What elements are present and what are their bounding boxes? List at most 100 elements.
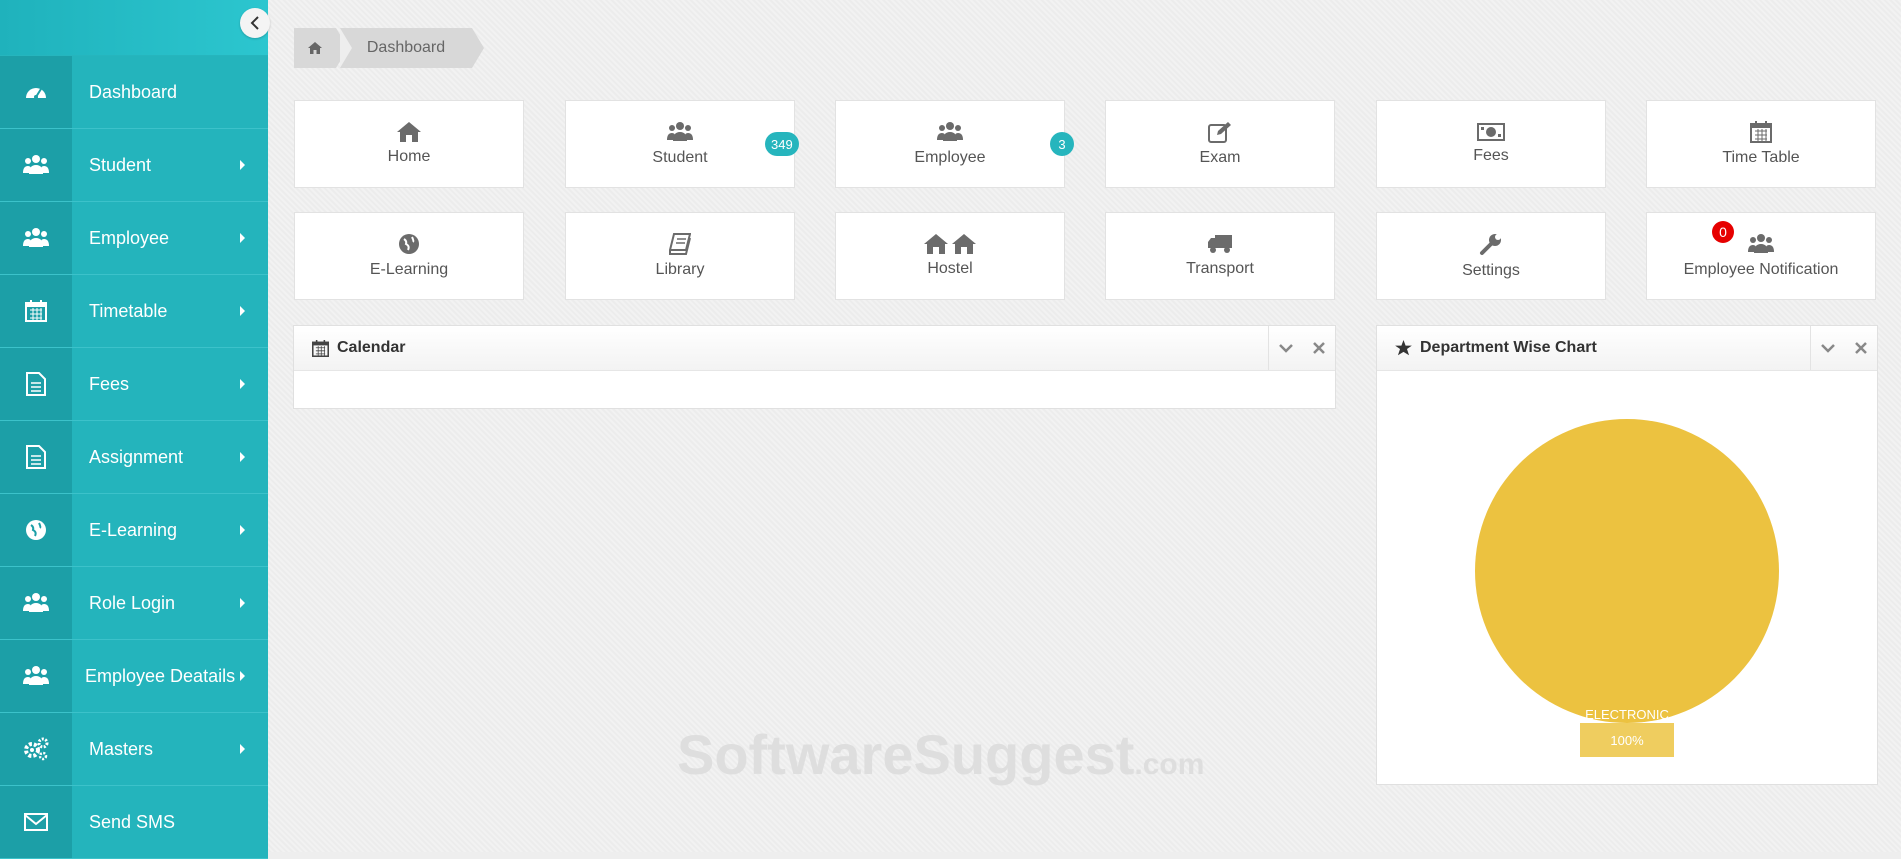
chevron-left-icon	[250, 16, 259, 30]
caret-right-icon	[240, 671, 245, 681]
money-icon	[1477, 123, 1505, 141]
tile-label: Time Table	[1722, 149, 1800, 166]
tile-time-table[interactable]: Time Table	[1646, 100, 1876, 188]
close-icon[interactable]	[1855, 342, 1867, 354]
pie-slice[interactable]	[1475, 419, 1779, 723]
chevron-down-icon[interactable]	[1279, 343, 1293, 353]
document-icon	[26, 445, 46, 469]
tile-library[interactable]: Library	[565, 212, 795, 300]
tile-label: Transport	[1186, 260, 1254, 277]
calendar-panel: Calendar	[293, 325, 1336, 409]
tile-hostel[interactable]: Hostel	[835, 212, 1065, 300]
sidebar: Dashboard Student Employee Timetable Fee…	[0, 0, 270, 859]
sidebar-item-send-sms[interactable]: Send SMS	[0, 786, 268, 859]
caret-right-icon	[240, 379, 245, 389]
student-count-badge: 349	[765, 132, 799, 156]
users-icon	[937, 122, 963, 141]
tile-employee[interactable]: Employee	[835, 100, 1065, 188]
tile-settings[interactable]: Settings	[1376, 212, 1606, 300]
users-icon	[23, 666, 49, 685]
sidebar-item-label: Employee	[89, 227, 170, 248]
sidebar-item-label: Student	[89, 154, 152, 175]
sidebar-item-label: Role Login	[89, 592, 176, 613]
sidebar-item-dashboard[interactable]: Dashboard	[0, 56, 268, 129]
sidebar-item-masters[interactable]: Masters	[0, 713, 268, 786]
panel-title: Department Wise Chart	[1420, 339, 1597, 356]
wrench-icon	[1480, 234, 1501, 255]
tile-label: Home	[387, 148, 431, 165]
tile-employee-notification[interactable]: Employee Notification	[1646, 212, 1876, 300]
sidebar-item-e-learning[interactable]: E-Learning	[0, 494, 268, 567]
tile-fees[interactable]: Fees	[1376, 100, 1606, 188]
users-icon	[1748, 234, 1774, 253]
calendar-icon	[312, 339, 329, 357]
panel-tools	[1810, 326, 1877, 370]
calendar-icon	[25, 300, 47, 322]
tile-label: Exam	[1199, 149, 1241, 166]
breadcrumb-home[interactable]	[294, 28, 348, 68]
tile-transport[interactable]: Transport	[1105, 212, 1335, 300]
globe-icon	[399, 234, 419, 254]
envelope-icon	[24, 813, 48, 831]
watermark: SoftwareSuggest.com	[677, 722, 1204, 787]
caret-right-icon	[240, 160, 245, 170]
sidebar-nav: Dashboard Student Employee Timetable Fee…	[0, 56, 268, 859]
tile-label: Student	[652, 149, 708, 166]
sidebar-item-student[interactable]: Student	[0, 129, 268, 202]
sidebar-item-timetable[interactable]: Timetable	[0, 275, 268, 348]
pie-slice-label: ELECTRONIC	[1585, 707, 1669, 722]
book-icon	[669, 233, 691, 255]
tile-label: Fees	[1473, 147, 1509, 164]
sidebar-item-fees[interactable]: Fees	[0, 348, 268, 421]
globe-icon	[26, 520, 46, 540]
users-icon	[23, 593, 49, 612]
users-icon	[23, 155, 49, 174]
tile-label: Settings	[1462, 262, 1520, 279]
users-icon	[667, 122, 693, 141]
home-icon	[308, 42, 322, 54]
sidebar-item-role-login[interactable]: Role Login	[0, 567, 268, 640]
sidebar-item-label: Employee Deatails	[85, 665, 236, 686]
home-icon	[397, 122, 421, 142]
tile-e-learning[interactable]: E-Learning	[294, 212, 524, 300]
star-icon	[1395, 340, 1412, 356]
sidebar-item-label: Masters	[89, 738, 154, 759]
chevron-down-icon[interactable]	[1821, 343, 1835, 353]
tile-label: Employee Notification	[1683, 261, 1839, 278]
chart-panel-header: Department Wise Chart	[1377, 326, 1877, 371]
watermark-suffix: .com	[1134, 748, 1205, 781]
tile-label: E-Learning	[369, 261, 449, 278]
caret-right-icon	[240, 744, 245, 754]
sidebar-header	[0, 0, 268, 55]
calendar-icon	[1750, 121, 1772, 143]
sidebar-item-label: Timetable	[89, 300, 168, 321]
department-pie-chart: ELECTRONIC 100%	[1475, 419, 1779, 757]
sidebar-item-label: Dashboard	[89, 81, 178, 102]
panel-title: Calendar	[337, 339, 406, 356]
caret-right-icon	[240, 525, 245, 535]
breadcrumb-dashboard[interactable]: Dashboard	[340, 28, 484, 68]
sidebar-item-assignment[interactable]: Assignment	[0, 421, 268, 494]
employee-count-badge: 3	[1050, 132, 1074, 156]
sidebar-item-employee-deatails[interactable]: Employee Deatails	[0, 640, 268, 713]
sidebar-item-employee[interactable]: Employee	[0, 202, 268, 275]
dashboard-gauge-icon	[26, 88, 46, 99]
edit-icon	[1208, 122, 1231, 143]
caret-right-icon	[240, 306, 245, 316]
watermark-main: SoftwareSuggest	[677, 723, 1135, 786]
sidebar-collapse-button[interactable]	[240, 8, 270, 38]
notification-count-badge: 0	[1712, 221, 1734, 243]
truck-icon	[1208, 235, 1232, 253]
tile-exam[interactable]: Exam	[1105, 100, 1335, 188]
close-icon[interactable]	[1313, 342, 1325, 354]
gears-icon	[24, 737, 49, 761]
sidebar-item-label: Send SMS	[89, 811, 176, 832]
sidebar-item-label: E-Learning	[89, 519, 178, 540]
tile-home[interactable]: Home	[294, 100, 524, 188]
tile-label: Library	[655, 261, 705, 278]
sidebar-item-label: Assignment	[89, 446, 184, 467]
tile-student[interactable]: Student	[565, 100, 795, 188]
caret-right-icon	[240, 452, 245, 462]
department-chart-panel: Department Wise Chart ELECTRONIC 100%	[1376, 325, 1878, 785]
pie-slice-value: 100%	[1610, 733, 1644, 748]
